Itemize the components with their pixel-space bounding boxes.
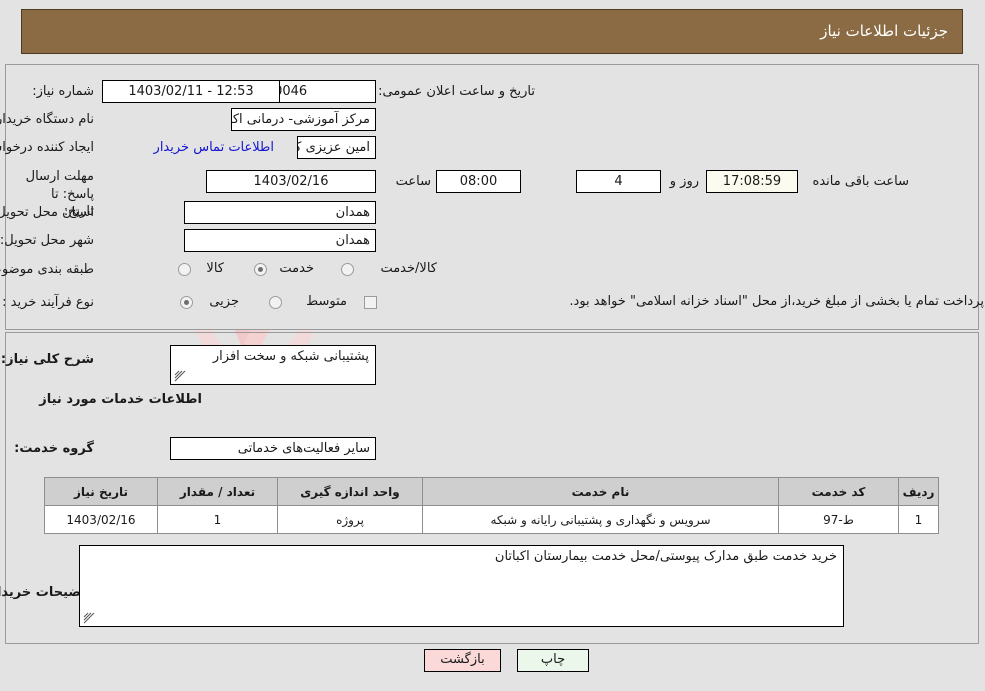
buyer-notes-textarea[interactable]: خرید خدمت طبق مدارک پیوستی/محل خدمت بیما…: [80, 545, 845, 627]
radio-category-kala-khedmat[interactable]: [342, 263, 355, 276]
deadline-hour-field[interactable]: 08:00: [437, 170, 522, 193]
services-section-title: اطلاعات خدمات مورد نیاز: [40, 392, 203, 407]
service-group-field[interactable]: سایر فعالیت‌های خدماتی: [171, 437, 377, 460]
col-name: نام خدمت: [423, 477, 780, 506]
buyer-notes-value: خرید خدمت طبق مدارک پیوستی/محل خدمت بیما…: [495, 549, 838, 564]
radio-category-khedmat[interactable]: [255, 263, 268, 276]
cell-code: ط-97: [779, 505, 900, 534]
category-label: طبقه بندی موضوعی:: [0, 262, 95, 277]
col-unit: واحد اندازه گیری: [278, 477, 424, 506]
remaining-days-field[interactable]: 4: [577, 170, 662, 193]
cell-qty: 1: [158, 505, 279, 534]
treasury-bond-checkbox[interactable]: [365, 296, 378, 309]
back-button[interactable]: بازگشت: [425, 649, 502, 672]
col-row: ردیف: [899, 477, 940, 506]
buyer-contact-link[interactable]: اطلاعات تماس خریدار: [121, 140, 275, 155]
resize-grip-icon-notes[interactable]: [84, 612, 96, 624]
remaining-time-field[interactable]: 17:08:59: [707, 170, 799, 193]
description-textarea[interactable]: پشتیبانی شبکه و سخت افزار: [171, 345, 377, 385]
radio-category-kala-khedmat-label: کالا/خدمت: [381, 261, 438, 276]
col-date: تاریخ نیاز: [45, 477, 159, 506]
col-code: کد خدمت: [779, 477, 900, 506]
deadline-hour-label: ساعت: [396, 174, 432, 189]
remaining-suffix-label: ساعت باقی مانده: [813, 174, 910, 189]
page-header: جزئیات اطلاعات نیاز: [22, 9, 964, 54]
need-number-label: شماره نیاز:: [33, 84, 95, 99]
table-row: 1 ط-97 سرویس و نگهداری و پشتیبانی رایانه…: [45, 505, 940, 534]
page-root: AriaTender.net جزئیات اطلاعات نیاز شماره…: [0, 0, 985, 691]
cell-date: 1403/02/16: [45, 505, 159, 534]
announce-datetime-field[interactable]: 12:53 - 1403/02/11: [103, 80, 281, 103]
buyer-org-label: نام دستگاه خریدار:: [0, 112, 95, 127]
cell-name: سرویس و نگهداری و پشتیبانی رایانه و شبکه: [423, 505, 780, 534]
delivery-city-label: شهر محل تحویل:: [0, 233, 95, 248]
radio-category-kala[interactable]: [179, 263, 192, 276]
print-button[interactable]: چاپ: [518, 649, 590, 672]
service-group-label: گروه خدمت:: [15, 441, 95, 456]
table-header-row: ردیف کد خدمت نام خدمت واحد اندازه گیری ت…: [45, 477, 940, 506]
description-label: شرح کلی نیاز:: [1, 352, 95, 367]
need-info-panel: [6, 64, 980, 330]
treasury-bond-note: پرداخت تمام یا بخشی از مبلغ خرید،از محل …: [570, 294, 985, 309]
remaining-days-label: روز و: [670, 174, 700, 189]
description-value: پشتیبانی شبکه و سخت افزار: [213, 349, 370, 364]
cell-unit: پروژه: [278, 505, 424, 534]
purchase-process-label: نوع فرآیند خرید :: [3, 295, 95, 310]
col-qty: تعداد / مقدار: [158, 477, 279, 506]
delivery-city-field[interactable]: همدان: [185, 229, 377, 252]
request-creator-field[interactable]: امین عزیزی کاربرداز مرکز آموزشی- درمانی …: [298, 136, 377, 159]
request-creator-label: ایجاد کننده درخواست:: [0, 140, 95, 155]
cell-row: 1: [899, 505, 940, 534]
services-table: ردیف کد خدمت نام خدمت واحد اندازه گیری ت…: [45, 477, 940, 534]
radio-category-khedmat-label: خدمت: [280, 261, 315, 276]
radio-category-kala-label: کالا: [207, 261, 225, 276]
delivery-province-label: استان محل تحویل:: [0, 205, 95, 220]
radio-process-jozei[interactable]: [181, 296, 194, 309]
radio-process-motevaset[interactable]: [270, 296, 283, 309]
radio-process-jozei-label: جزیی: [210, 294, 240, 309]
deadline-date-field[interactable]: 1403/02/16: [207, 170, 377, 193]
delivery-province-field[interactable]: همدان: [185, 201, 377, 224]
announce-datetime-label: تاریخ و ساعت اعلان عمومی:: [379, 84, 536, 99]
page-title: جزئیات اطلاعات نیاز: [821, 22, 949, 40]
radio-process-motevaset-label: متوسط: [307, 294, 348, 309]
resize-grip-icon[interactable]: [175, 370, 187, 382]
buyer-org-field[interactable]: مرکز آموزشی- درمانی اکباتان: [232, 108, 377, 131]
